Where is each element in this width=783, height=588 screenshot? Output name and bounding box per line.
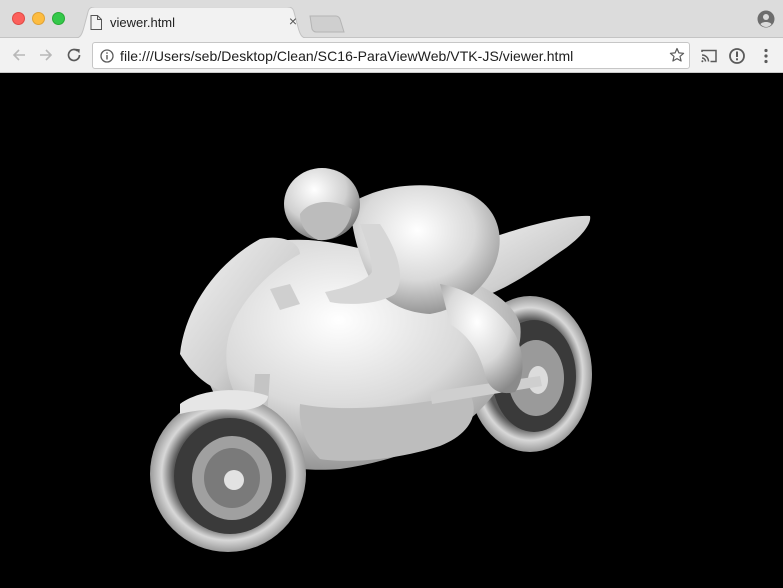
window-close-button[interactable] [12,12,25,25]
address-url[interactable]: file:///Users/seb/Desktop/Clean/SC16-Par… [120,48,573,64]
file-icon [90,15,102,30]
cast-icon[interactable] [700,47,718,65]
new-tab-button[interactable] [308,15,346,33]
profile-icon[interactable] [757,10,775,28]
back-arrow-icon[interactable] [10,46,28,64]
address-bar[interactable]: file:///Users/seb/Desktop/Clean/SC16-Par… [92,42,690,69]
tab-strip: viewer.html × [0,0,783,39]
star-icon[interactable] [669,47,685,63]
front-wheel [150,396,306,552]
tab-close-button[interactable]: × [286,14,300,28]
motorbike-render [150,168,592,552]
tab-title: viewer.html [110,15,176,30]
rider-helmet [284,168,360,241]
browser-toolbar: file:///Users/seb/Desktop/Clean/SC16-Par… [0,38,783,73]
extension-info-icon[interactable] [728,47,746,65]
kebab-menu-icon[interactable] [757,47,775,65]
info-icon[interactable] [100,49,114,63]
tab-background [72,7,310,39]
reload-icon[interactable] [65,46,83,64]
vtk-viewer-canvas[interactable] [0,74,783,588]
browser-window: viewer.html × file:///Users/seb/Desktop/… [0,0,783,588]
forward-arrow-icon[interactable] [37,46,55,64]
window-minimize-button[interactable] [32,12,45,25]
window-maximize-button[interactable] [52,12,65,25]
tab-viewer[interactable]: viewer.html × [72,7,310,39]
